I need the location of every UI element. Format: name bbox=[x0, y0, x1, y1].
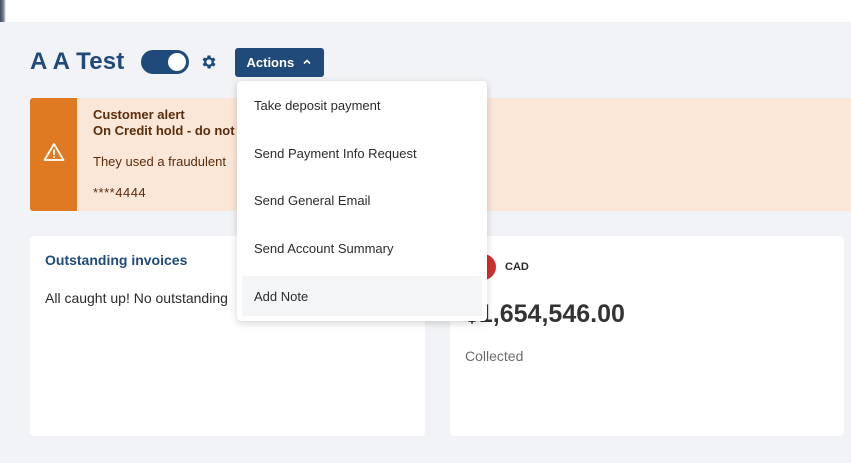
outstanding-invoices-title[interactable]: Outstanding invoices bbox=[45, 252, 187, 268]
customer-status-toggle[interactable] bbox=[140, 50, 189, 74]
currency-code: CAD bbox=[505, 261, 529, 273]
collected-amount: $1,654,546.00 bbox=[465, 300, 625, 328]
top-bar bbox=[0, 0, 851, 22]
customer-header: A A Test Actions bbox=[30, 44, 325, 80]
customer-name: A A Test bbox=[30, 48, 125, 75]
toggle-knob bbox=[167, 53, 186, 71]
actions-dropdown-menu: Take deposit payment Send Payment Info R… bbox=[237, 81, 487, 321]
warning-icon bbox=[43, 142, 65, 167]
collected-label: Collected bbox=[465, 348, 524, 364]
actions-button-label: Actions bbox=[246, 54, 295, 70]
menu-item-send-payment-info-request[interactable]: Send Payment Info Request bbox=[242, 133, 482, 173]
collected-card: CAD $1,654,546.00 Collected bbox=[450, 236, 844, 436]
chevron-up-icon bbox=[302, 57, 312, 67]
window-edge bbox=[0, 0, 6, 22]
menu-item-send-account-summary[interactable]: Send Account Summary bbox=[242, 228, 482, 268]
menu-item-add-note[interactable]: Add Note bbox=[242, 276, 482, 316]
menu-item-take-deposit-payment[interactable]: Take deposit payment bbox=[242, 85, 482, 125]
actions-button[interactable]: Actions bbox=[234, 47, 325, 77]
menu-item-send-general-email[interactable]: Send General Email bbox=[242, 180, 482, 220]
outstanding-invoices-empty-message: All caught up! No outstanding bbox=[45, 290, 228, 306]
gear-icon[interactable] bbox=[199, 52, 219, 72]
alert-strip bbox=[30, 98, 77, 211]
